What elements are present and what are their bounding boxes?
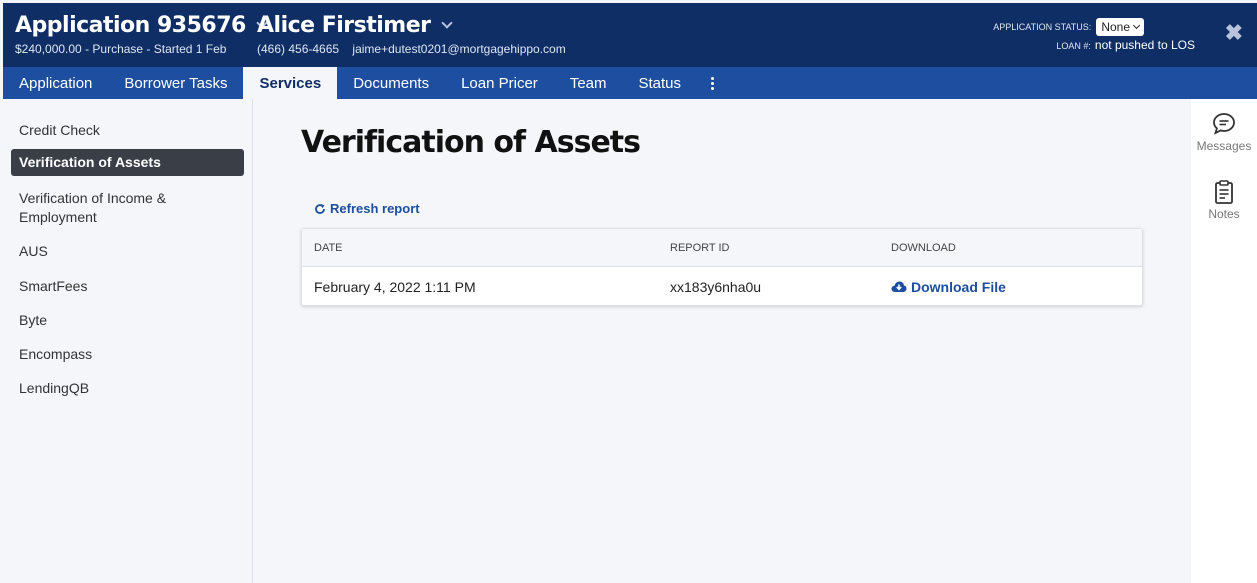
page-title: Verification of Assets [301,125,641,160]
sidebar-item-byte[interactable]: Byte [11,307,244,334]
tab-borrower-tasks[interactable]: Borrower Tasks [108,67,243,99]
close-icon[interactable]: ✖ [1225,22,1243,44]
sidebar-item-verification-of-assets[interactable]: Verification of Assets [11,149,244,176]
borrower-contact: (466) 456-4665 jaime+dutest0201@mortgage… [257,42,566,56]
chat-bubble-icon [1213,113,1235,135]
reports-table: DATE REPORT ID DOWNLOAD February 4, 2022… [301,228,1143,306]
refresh-report-label: Refresh report [330,201,420,216]
more-vertical-icon[interactable] [697,67,728,99]
status-select[interactable]: None [1096,18,1144,36]
chevron-down-icon [1132,21,1141,30]
tab-application[interactable]: Application [3,67,108,99]
app-header: Application 935676 $240,000.00 - Purchas… [3,3,1257,67]
main-content: Verification of Assets Refresh report DA… [254,99,1190,583]
sidebar-item-encompass[interactable]: Encompass [11,341,244,368]
borrower-name: Alice Firstimer [257,13,431,38]
refresh-icon [315,203,325,214]
status-value: None [1101,20,1130,34]
services-sidebar: Credit Check Verification of Assets Veri… [3,99,253,583]
chevron-down-icon[interactable] [440,16,453,29]
status-label: APPLICATION STATUS: [993,22,1092,32]
notes-label: Notes [1208,207,1240,221]
download-file-link[interactable]: Download File [891,279,1006,295]
right-toolbar: Messages Notes [1191,99,1257,583]
notes-button[interactable]: Notes [1191,179,1257,221]
application-status: APPLICATION STATUS: None [993,18,1144,36]
tab-loan-pricer[interactable]: Loan Pricer [445,67,554,99]
download-file-label: Download File [911,279,1006,295]
main-tabs: Application Borrower Tasks Services Docu… [3,67,1257,99]
loan-number: LOAN #: not pushed to LOS [1056,38,1195,52]
borrower-selector[interactable]: Alice Firstimer [257,13,453,38]
tab-services[interactable]: Services [243,67,338,99]
application-selector[interactable]: Application 935676 [15,13,268,38]
cloud-download-icon [891,281,907,292]
clipboard-icon [1215,180,1233,204]
sidebar-item-smartfees[interactable]: SmartFees [11,273,244,300]
sidebar-item-aus[interactable]: AUS [11,238,244,265]
tab-status[interactable]: Status [623,67,698,99]
sidebar-item-credit-check[interactable]: Credit Check [11,117,244,144]
column-header-date: DATE [314,242,343,254]
messages-button[interactable]: Messages [1191,111,1257,153]
table-header: DATE REPORT ID DOWNLOAD [302,229,1142,267]
sidebar-item-verification-of-income[interactable]: Verification of Income & Employment [11,185,244,231]
messages-label: Messages [1196,139,1252,153]
sidebar-item-lendingqb[interactable]: LendingQB [11,375,244,402]
column-header-download: DOWNLOAD [891,242,956,254]
loan-value: not pushed to LOS [1094,38,1195,52]
column-header-report-id: REPORT ID [670,242,730,254]
report-id: xx183y6nha0u [670,279,762,295]
tab-team[interactable]: Team [554,67,623,99]
borrower-email: jaime+dutest0201@mortgagehippo.com [352,42,566,56]
report-date: February 4, 2022 1:11 PM [314,279,476,295]
borrower-phone: (466) 456-4665 [257,42,340,56]
tab-documents[interactable]: Documents [337,67,445,99]
application-summary: $240,000.00 - Purchase - Started 1 Feb [15,42,227,56]
application-title: Application 935676 [15,13,246,38]
loan-label: LOAN #: [1056,41,1091,51]
refresh-report-button[interactable]: Refresh report [314,201,420,216]
